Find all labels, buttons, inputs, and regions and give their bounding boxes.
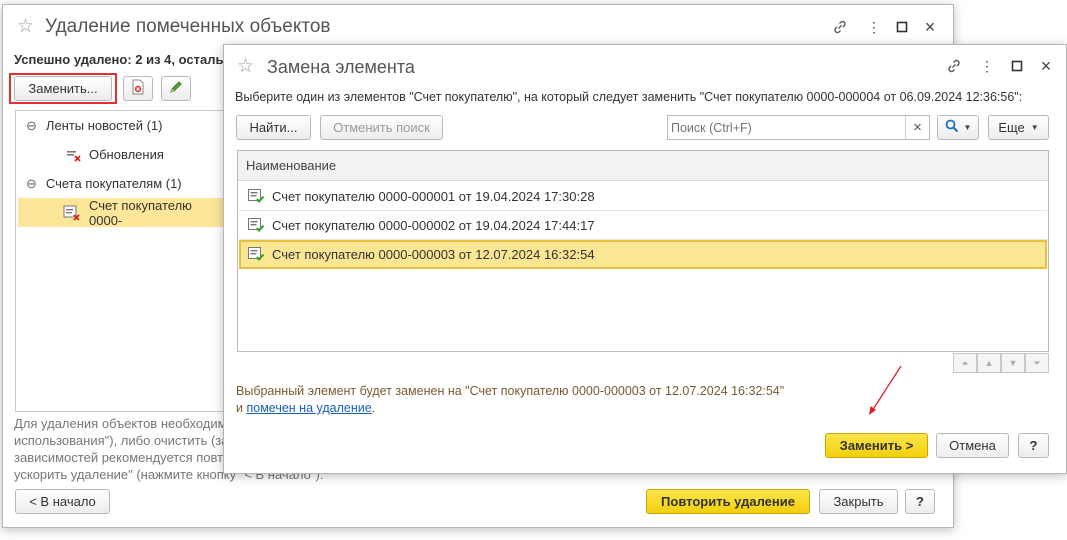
tree-item-updates[interactable]: Обновления (18, 140, 228, 169)
retry-delete-button[interactable]: Повторить удаление (646, 489, 810, 514)
info-text-line: зависимостей рекомендуется повт (14, 450, 224, 465)
column-header-name: Наименование (246, 158, 337, 173)
chevron-down-icon: ▼ (1030, 123, 1039, 132)
find-button[interactable]: Найти... (236, 115, 311, 140)
maximize-icon[interactable] (1008, 57, 1026, 75)
scroll-to-top-button[interactable]: ⏶ (953, 353, 977, 373)
favorite-star-icon[interactable]: ☆ (17, 15, 34, 38)
collapse-icon[interactable]: ⊖ (26, 118, 37, 134)
window-title: Удаление помеченных объектов (45, 16, 331, 37)
tree-label: Ленты новостей (1) (45, 118, 163, 133)
marked-for-deletion-link[interactable]: помечен на удаление (246, 401, 371, 415)
cancel-button[interactable]: Отмена (936, 433, 1009, 458)
help-button[interactable]: ? (1018, 433, 1049, 458)
confirm-replace-button[interactable]: Заменить > (825, 433, 928, 458)
annotation-arrow (869, 365, 902, 415)
titlebar: ☆ Удаление помеченных объектов ⋮ × (3, 5, 953, 49)
tree-group-customer-invoices[interactable]: ⊖ Счета покупателям (1) (18, 169, 228, 198)
instruction-text: Выберите один из элементов "Счет покупат… (235, 90, 1023, 104)
cancel-search-button[interactable]: Отменить поиск (320, 115, 443, 140)
link-icon[interactable] (945, 57, 963, 75)
replace-button[interactable]: Заменить... (14, 76, 112, 101)
posted-document-icon (248, 218, 265, 233)
scroll-down-button[interactable]: ▼ (1001, 353, 1025, 373)
tree-group-news-feeds[interactable]: ⊖ Ленты новостей (1) (18, 111, 228, 140)
grid-row-selected[interactable]: Счет покупателю 0000-000003 от 12.07.202… (239, 240, 1047, 269)
search-icon (945, 119, 959, 136)
help-button[interactable]: ? (905, 489, 935, 514)
more-menu-icon[interactable]: ⋮ (978, 57, 996, 75)
link-icon[interactable] (831, 18, 849, 36)
pencil-icon (169, 80, 183, 97)
back-to-start-button[interactable]: < В начало (15, 489, 110, 514)
posted-document-icon (248, 189, 265, 204)
dialog-title: Замена элемента (267, 57, 415, 77)
collapse-icon[interactable]: ⊖ (26, 176, 37, 192)
replace-element-dialog: ☆ Замена элемента ⋮ × Выберите один из э… (223, 44, 1067, 474)
grid-row-text: Счет покупателю 0000-000002 от 19.04.202… (272, 217, 595, 233)
result-text-line-2: и помечен на удаление. (236, 401, 375, 415)
edit-button[interactable] (161, 76, 191, 101)
more-button[interactable]: Еще ▼ (988, 115, 1049, 140)
grid-header[interactable]: Наименование (238, 151, 1048, 181)
search-input[interactable] (668, 116, 906, 139)
scroll-to-bottom-button[interactable]: ⏷ (1025, 353, 1049, 373)
info-text-line: Для удаления объектов необходим (14, 416, 227, 431)
titlebar: ☆ Замена элемента ⋮ × (224, 45, 1066, 89)
grid-row-text: Счет покупателю 0000-000003 от 12.07.202… (272, 246, 595, 262)
result-suffix: . (371, 401, 376, 415)
tree-item-customer-invoice[interactable]: Счет покупателю 0000- (18, 197, 228, 228)
grid-row[interactable]: Счет покупателю 0000-000001 от 19.04.202… (239, 182, 1047, 211)
favorite-star-icon[interactable]: ☆ (237, 55, 254, 78)
delete-document-button[interactable] (123, 76, 153, 101)
result-prefix: и (236, 401, 243, 415)
tree-label: Счет покупателю 0000- (89, 197, 192, 228)
info-text-line: использования"), либо очистить (за (14, 433, 229, 448)
marked-invoice-icon (63, 205, 81, 221)
chevron-down-icon: ▼ (963, 123, 972, 132)
elements-grid: Наименование Счет покупателю 0000-000001… (237, 150, 1049, 352)
close-icon[interactable]: × (1037, 56, 1055, 76)
result-text-line: Выбранный элемент будет заменен на "Счет… (236, 384, 785, 398)
tree-label: Обновления (89, 147, 164, 162)
status-text: Успешно удалено: 2 из 4, осталь (14, 52, 224, 67)
search-options-button[interactable]: ▼ (937, 115, 979, 140)
posted-document-icon (248, 247, 265, 262)
tree-label: Счета покупателям (1) (45, 176, 182, 191)
search-field: × (667, 115, 930, 140)
grid-row-text: Счет покупателю 0000-000001 от 19.04.202… (272, 188, 595, 204)
clear-search-icon[interactable]: × (905, 116, 929, 139)
grid-row[interactable]: Счет покупателю 0000-000002 от 19.04.202… (239, 211, 1047, 240)
marked-for-deletion-icon (66, 148, 82, 162)
more-menu-icon[interactable]: ⋮ (865, 18, 883, 36)
delete-document-icon (131, 79, 145, 98)
scroll-up-button[interactable]: ▲ (977, 353, 1001, 373)
close-button[interactable]: Закрыть (819, 489, 898, 514)
close-icon[interactable]: × (921, 17, 939, 37)
more-button-label: Еще (998, 120, 1025, 135)
maximize-icon[interactable] (893, 18, 911, 36)
